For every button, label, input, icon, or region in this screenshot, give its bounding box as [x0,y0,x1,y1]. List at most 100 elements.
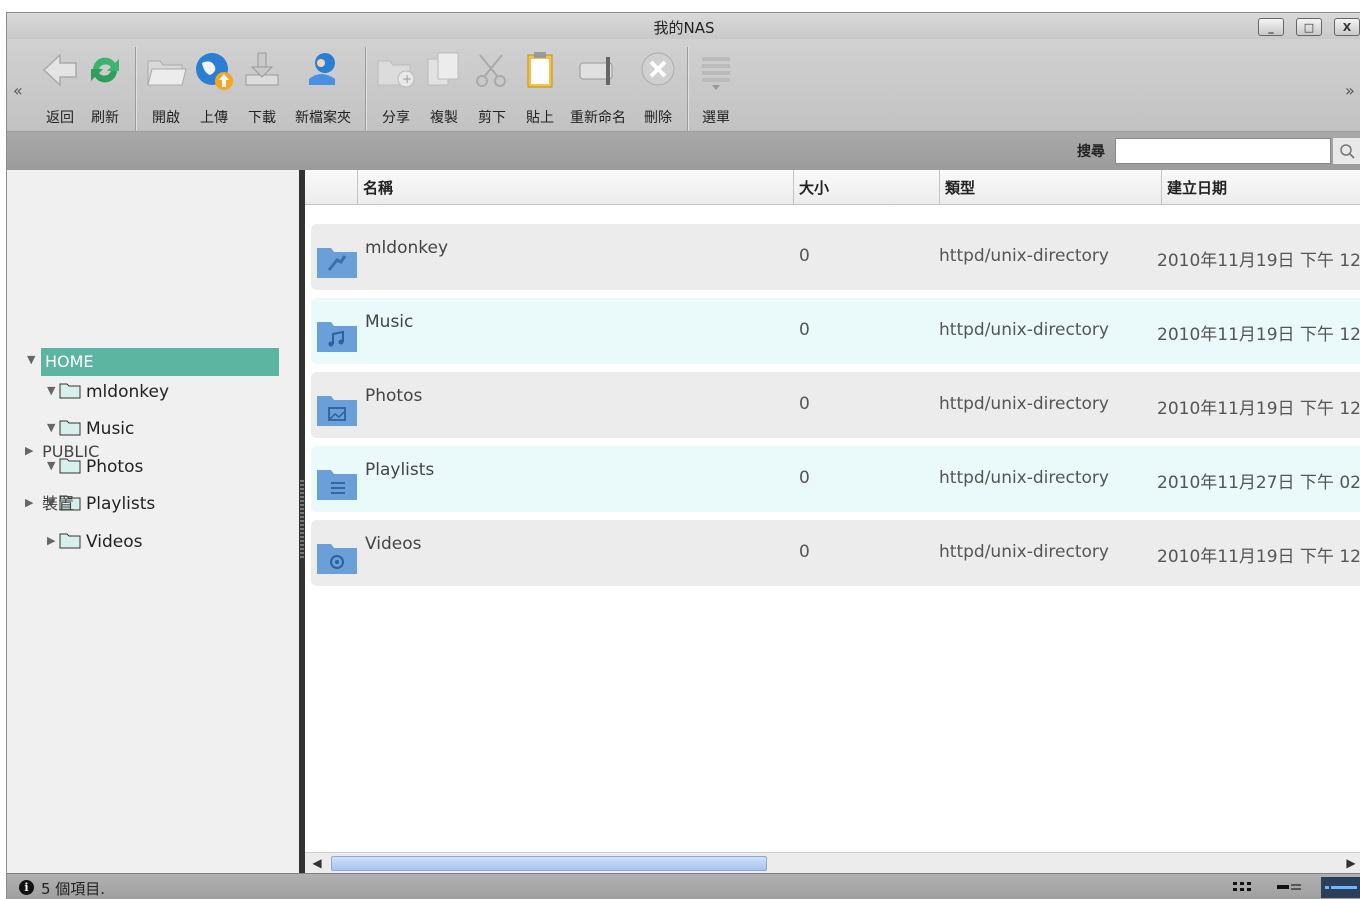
column-divider[interactable] [357,170,358,204]
scroll-left-button[interactable]: ◀ [307,855,327,872]
refresh-button[interactable]: 刷新 [85,43,125,129]
column-divider[interactable] [793,170,794,204]
expand-arrow-icon[interactable]: ▼ [27,353,35,366]
column-header-type[interactable]: 類型 [945,177,975,198]
column-header-size[interactable]: 大小 [799,177,829,198]
scrollbar-thumb[interactable] [331,856,767,871]
close-button[interactable]: X [1334,18,1360,36]
maximize-button[interactable]: □ [1296,18,1322,36]
rename-label: 重新命名 [570,110,626,126]
table-row[interactable]: mldonkey 0 httpd/unix-directory 2010年11月… [311,224,1360,290]
share-folder-icon: + [377,60,415,88]
back-label: 返回 [46,110,74,126]
expand-arrow-icon[interactable]: ▼ [47,384,59,397]
minimize-button[interactable]: _ [1258,18,1284,36]
share-button[interactable]: + 分享 [373,43,419,129]
file-name: mldonkey [365,238,449,258]
toolbar-scroll-left-button[interactable]: « [13,81,23,100]
tree-node-mldonkey[interactable]: ▼ mldonkey [47,382,169,402]
back-button[interactable]: 返回 [37,43,83,129]
column-header: 名稱 大小 類型 建立日期 [305,170,1360,205]
folder-music-icon [317,322,357,352]
horizontal-scrollbar[interactable]: ◀ ▶ [305,852,1360,873]
column-divider[interactable] [1161,170,1162,204]
expand-arrow-icon[interactable]: ▶ [47,534,59,547]
delete-button[interactable]: 刪除 [635,43,681,129]
copy-label: 複製 [430,110,458,126]
delete-label: 刪除 [644,110,672,126]
copy-button[interactable]: 複製 [421,43,467,129]
info-icon: i [19,880,34,895]
upload-globe-icon [196,53,233,90]
tree-node-videos[interactable]: ▶ Videos [47,532,143,552]
tree-node-label: mldonkey [86,382,170,402]
upload-label: 上傳 [200,110,228,126]
file-created: 2010年11月27日 下午 02:0 [1157,473,1360,493]
open-button[interactable]: 開啟 [143,43,189,129]
folder-icon [59,533,81,549]
refresh-label: 刷新 [91,110,119,126]
view-list-icon[interactable] [1275,878,1305,896]
download-label: 下載 [248,110,276,126]
rename-icon [579,57,613,85]
file-size: 0 [799,468,810,488]
file-created: 2010年11月19日 下午 12:0 [1157,251,1360,271]
file-list: 名稱 大小 類型 建立日期 mldonkey 0 httpd/unix-dire… [305,170,1360,873]
file-type: httpd/unix-directory [939,394,1109,414]
search-icon [1340,144,1355,159]
rename-button[interactable]: 重新命名 [563,43,633,129]
upload-button[interactable]: 上傳 [191,43,237,129]
download-button[interactable]: 下載 [239,43,285,129]
tree-node-label: Music [86,419,135,439]
folder-tree: ▼ HOME ▼ mldonkey ▼ Music ▼ Photos ▼ Playlis… [7,170,299,873]
tree-node-home[interactable]: HOME [41,348,279,376]
expand-arrow-icon[interactable]: ▶ [25,496,37,509]
toolbar-separator [365,47,366,131]
menu-button[interactable]: 選單 [693,43,739,129]
new-folder-label: 新檔案夾 [295,110,351,126]
menu-label: 選單 [702,110,730,126]
column-header-created[interactable]: 建立日期 [1167,177,1227,198]
open-folder-icon [147,60,187,86]
file-created: 2010年11月19日 下午 12:0 [1157,399,1360,419]
folder-mldonkey-icon [317,248,357,278]
table-row[interactable]: Videos 0 httpd/unix-directory 2010年11月19… [311,520,1360,586]
paste-button[interactable]: 貼上 [517,43,563,129]
item-count-status: 5 個項目. [41,880,106,898]
cut-button[interactable]: 剪下 [469,43,515,129]
table-row[interactable]: Music 0 httpd/unix-directory 2010年11月19日… [311,298,1360,364]
column-header-name[interactable]: 名稱 [363,177,393,198]
folder-playlists-icon [317,470,357,500]
new-folder-button[interactable]: 新檔案夾 [287,43,359,129]
toolbar-separator [687,47,688,131]
file-name: Playlists [365,460,435,480]
search-button[interactable] [1333,138,1360,164]
copy-icon [427,52,459,86]
folder-photos-icon [317,396,357,426]
title-bar: 我的NAS _ □ X [7,13,1360,39]
column-divider[interactable] [939,170,940,204]
view-grid-icon[interactable] [1231,878,1255,896]
tree-node-label: Videos [86,532,143,552]
window-title: 我的NAS [653,19,715,37]
table-row[interactable]: Photos 0 httpd/unix-directory 2010年11月19… [311,372,1360,438]
expand-arrow-icon[interactable]: ▼ [47,421,59,434]
splitter-grip[interactable] [300,480,304,560]
table-row[interactable]: Playlists 0 httpd/unix-directory 2010年11… [311,446,1360,512]
scroll-right-button[interactable]: ▶ [1341,855,1360,872]
tree-node-public[interactable]: ▶ PUBLIC [25,442,99,461]
tree-node-music[interactable]: ▼ Music [47,419,134,439]
clipboard-icon [527,52,553,88]
toolbar-separator [135,47,136,131]
file-name: Videos [365,534,422,554]
file-type: httpd/unix-directory [939,320,1109,340]
tree-node-label: HOME [45,352,94,371]
tree-node-devices[interactable]: ▶ 裝置 [25,490,74,514]
search-input[interactable] [1115,138,1331,164]
file-type: httpd/unix-directory [939,542,1109,562]
new-folder-user-icon [309,53,335,85]
expand-arrow-icon[interactable]: ▶ [25,444,37,457]
toolbar-scroll-right-button[interactable]: » [1345,81,1355,100]
view-details-icon[interactable] [1321,877,1360,898]
download-icon [245,52,279,86]
